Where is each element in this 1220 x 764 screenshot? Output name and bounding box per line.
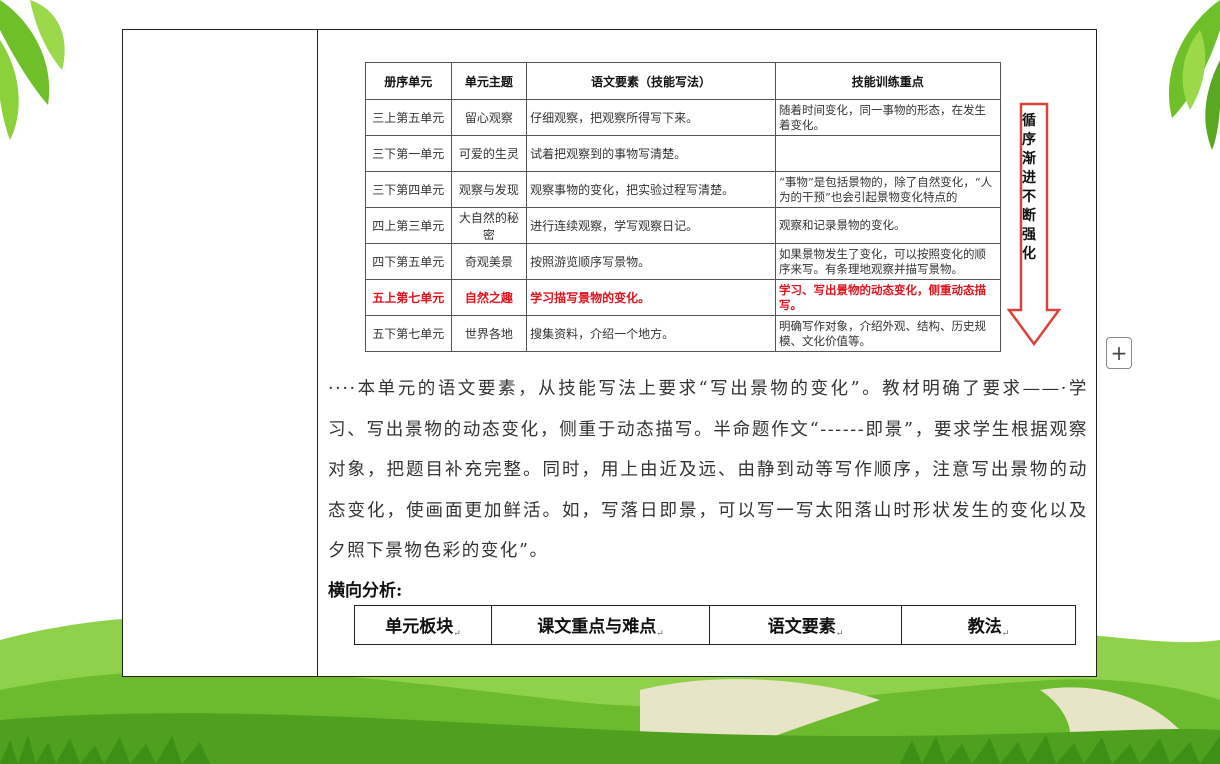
analysis-header-cell: 单元板块↵: [354, 605, 492, 645]
analysis-header-label: 教法: [967, 616, 1002, 637]
paragraph-mark-icon: ↵: [453, 628, 461, 639]
cell: 留心观察: [450, 99, 528, 136]
add-row-button[interactable]: +: [1106, 337, 1132, 369]
cell: 奇观美景: [450, 243, 528, 280]
analysis-header-label: 语文要素: [767, 616, 836, 637]
header-cell: 单元主题: [450, 62, 528, 100]
cell: 随着时间变化，同一事物的形态，在发生着变化。: [774, 99, 1001, 136]
unit-table: 册序单元 单元主题 语文要素（技能写法） 技能训练重点 三上第五单元 留心观察 …: [365, 62, 1051, 352]
cell: 五上第七单元: [365, 279, 452, 316]
analysis-header-cell: 课文重点与难点↵: [491, 605, 710, 645]
cell: 五下第七单元: [365, 315, 452, 352]
cell: 四上第三单元: [365, 207, 452, 244]
right-column: 册序单元 单元主题 语文要素（技能写法） 技能训练重点 三上第五单元 留心观察 …: [319, 30, 1096, 676]
arrow-label: 循序渐进 不断强化: [1022, 113, 1036, 262]
cell: 观察事物的变化，把实验过程写清楚。: [526, 171, 776, 208]
cell: 三下第四单元: [365, 171, 452, 208]
body-paragraph: ····本单元的语文要素，从技能写法上要求“写出景物的变化”。教材明确了要求——…: [328, 379, 1088, 561]
table-row-highlight: 五上第七单元 自然之趣 学习描写景物的变化。 学习、写出景物的动态变化，侧重动态…: [365, 279, 1051, 316]
header-cell: 技能训练重点: [774, 62, 1001, 100]
unit-table-header: 册序单元 单元主题 语文要素（技能写法） 技能训练重点: [365, 62, 1051, 100]
table-row: 四上第三单元 大自然的秘密 进行连续观察，学写观察日记。 观察和记录景物的变化。: [365, 207, 1051, 244]
document-frame: 册序单元 单元主题 语文要素（技能写法） 技能训练重点 三上第五单元 留心观察 …: [122, 29, 1097, 677]
table-row: 三下第四单元 观察与发现 观察事物的变化，把实验过程写清楚。 “事物”是包括景物…: [365, 171, 1051, 208]
cell: 试着把观察到的事物写清楚。: [526, 135, 776, 172]
cell: 按照游览顺序写景物。: [526, 243, 776, 280]
cell: 三上第五单元: [365, 99, 452, 136]
cell: 如果景物发生了变化，可以按照变化的顺序来写。有条理地观察并描写景物。: [774, 243, 1001, 280]
cell: 搜集资料，介绍一个地方。: [526, 315, 776, 352]
cell: 自然之趣: [450, 279, 528, 316]
section-heading: 横向分析:: [328, 581, 403, 601]
header-cell: 册序单元: [365, 62, 452, 100]
paragraph-mark-icon: ↵: [835, 628, 844, 639]
leaf-decoration-right: [1168, 0, 1220, 150]
table-row: 四下第五单元 奇观美景 按照游览顺序写景物。 如果景物发生了变化，可以按照变化的…: [365, 243, 1051, 280]
plus-icon: +: [1110, 341, 1128, 365]
cell: 进行连续观察，学写观察日记。: [526, 207, 776, 244]
analysis-header-label: 单元板块: [385, 616, 454, 637]
cell: 四下第五单元: [365, 243, 452, 280]
analysis-table: 单元板块↵ 课文重点与难点↵ 语文要素↵ 教法↵: [354, 605, 1076, 645]
arrow-column: [999, 62, 1051, 100]
cell: 明确写作对象，介绍外观、结构、历史规模、文化价值等。: [774, 315, 1001, 352]
cell: 三下第一单元: [365, 135, 452, 172]
cell: 仔细观察，把观察所得写下来。: [526, 99, 776, 136]
cell: 可爱的生灵: [450, 135, 528, 172]
paragraph-mark-icon: ↵: [656, 628, 664, 639]
table-row: 五下第七单元 世界各地 搜集资料，介绍一个地方。 明确写作对象，介绍外观、结构、…: [365, 315, 1051, 352]
header-cell: 语文要素（技能写法）: [526, 62, 776, 100]
table-row: 三下第一单元 可爱的生灵 试着把观察到的事物写清楚。: [365, 135, 1051, 172]
leaf-decoration-left: [0, 0, 65, 140]
left-column: [123, 30, 318, 676]
analysis-header-cell: 语文要素↵: [709, 605, 902, 645]
cell: 观察与发现: [450, 171, 528, 208]
cell: [774, 135, 1001, 172]
analysis-header-label: 课文重点与难点: [537, 616, 657, 637]
cell: 学习描写景物的变化。: [526, 279, 776, 316]
analysis-table-header: 单元板块↵ 课文重点与难点↵ 语文要素↵ 教法↵: [354, 605, 1076, 645]
cell: “事物”是包括景物的，除了自然变化，“人为的干预”也会引起景物变化特点的: [774, 171, 1001, 208]
table-row: 三上第五单元 留心观察 仔细观察，把观察所得写下来。 随着时间变化，同一事物的形…: [365, 99, 1051, 136]
cell: 观察和记录景物的变化。: [774, 207, 1001, 244]
cell: 世界各地: [450, 315, 528, 352]
cell: 学习、写出景物的动态变化，侧重动态描写。: [774, 279, 1001, 316]
cell: 大自然的秘密: [450, 207, 528, 244]
analysis-header-cell: 教法↵: [901, 605, 1076, 645]
paragraph-mark-icon: ↵: [1001, 628, 1010, 639]
